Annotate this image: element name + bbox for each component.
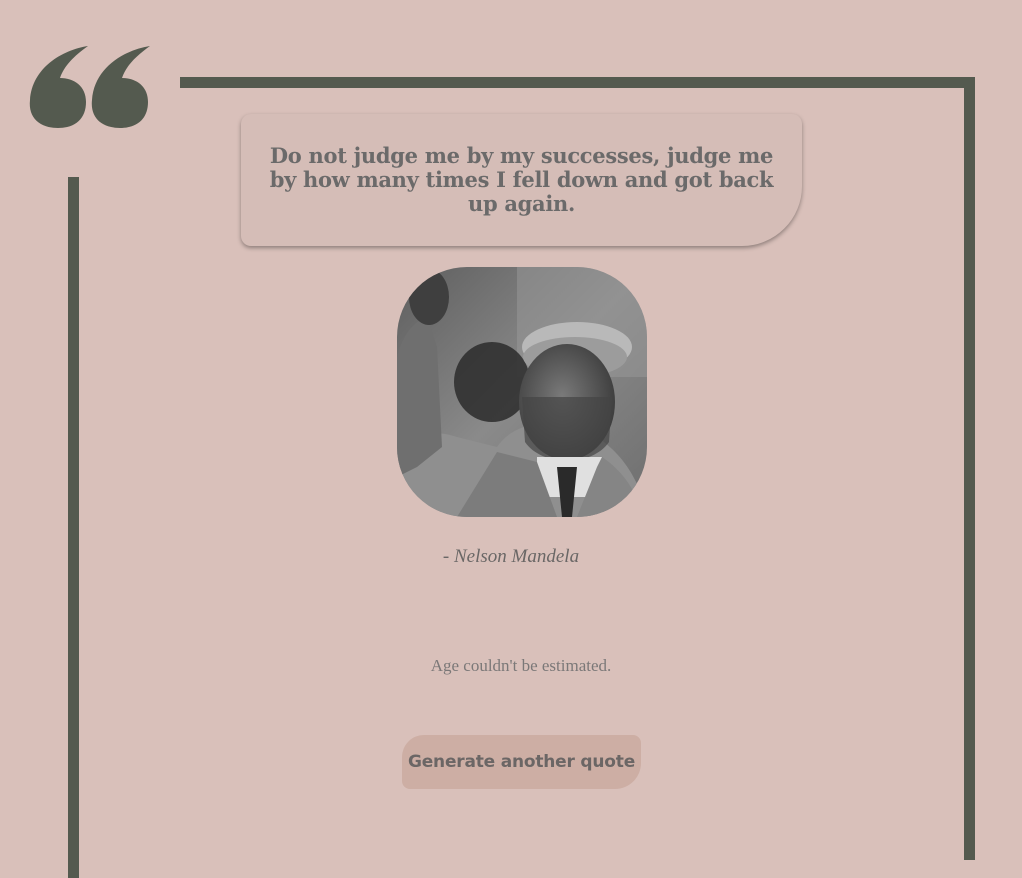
frame-top-bar (180, 77, 975, 88)
frame-right-bar (964, 77, 975, 860)
frame-left-bar (68, 177, 79, 878)
age-estimate-message: Age couldn't be estimated. (430, 656, 612, 675)
quote-bubble: Do not judge me by my successes, judge m… (241, 114, 802, 246)
generate-quote-button[interactable]: Generate another quote (402, 735, 641, 789)
author-portrait (397, 267, 647, 517)
quote-author: - Nelson Mandela (442, 546, 580, 567)
quote-text: Do not judge me by my successes, judge m… (269, 143, 774, 216)
quote-page: Do not judge me by my successes, judge m… (0, 0, 1022, 878)
quote-mark-icon (29, 46, 150, 128)
